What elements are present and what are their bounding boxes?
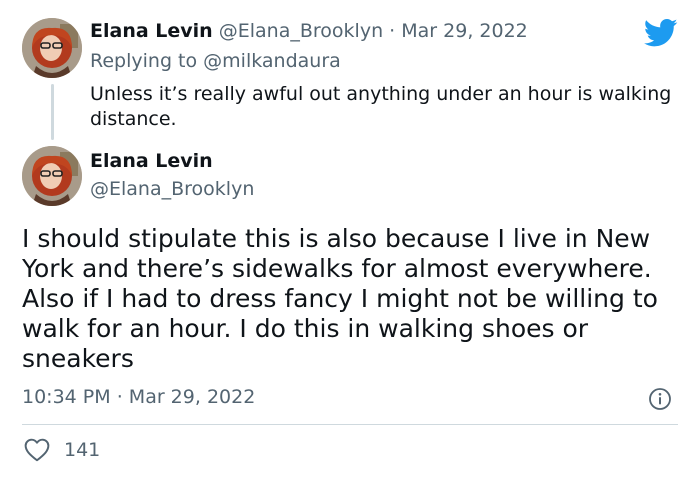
main-tweet-text: I should stipulate this is also because … [22, 224, 658, 373]
timestamp-separator: · [116, 386, 123, 408]
reply-tweet-header: Elana Levin @Elana_Brooklyn · Mar 29, 20… [90, 20, 528, 42]
heart-icon[interactable] [24, 438, 50, 462]
main-author-name[interactable]: Elana Levin [90, 150, 213, 172]
twitter-bird-icon[interactable] [643, 18, 678, 48]
like-count: 141 [64, 439, 101, 461]
reply-author-name[interactable]: Elana Levin [90, 20, 213, 42]
tweet-card: Elana Levin @Elana_Brooklyn · Mar 29, 20… [0, 0, 700, 478]
thread-connector-line [51, 84, 54, 140]
action-divider [22, 424, 678, 425]
tweet-timestamp[interactable]: 10:34 PM · Mar 29, 2022 [22, 386, 255, 408]
replying-to-line: Replying to @milkandaura [90, 50, 341, 72]
reply-date[interactable]: Mar 29, 2022 [401, 20, 528, 42]
reply-separator: · [389, 20, 396, 42]
main-author-avatar[interactable] [22, 146, 82, 206]
reply-tweet-text: Unless it’s really awful out anything un… [90, 83, 672, 130]
replying-to-handle[interactable]: @milkandaura [203, 50, 341, 72]
reply-author-avatar[interactable] [22, 18, 82, 78]
info-icon[interactable] [648, 387, 672, 411]
replying-to-label: Replying to [90, 50, 198, 72]
reply-author-handle[interactable]: @Elana_Brooklyn [219, 20, 383, 42]
tweet-time[interactable]: 10:34 PM [22, 386, 111, 408]
main-author-handle[interactable]: @Elana_Brooklyn [90, 178, 254, 200]
tweet-date[interactable]: Mar 29, 2022 [129, 386, 256, 408]
